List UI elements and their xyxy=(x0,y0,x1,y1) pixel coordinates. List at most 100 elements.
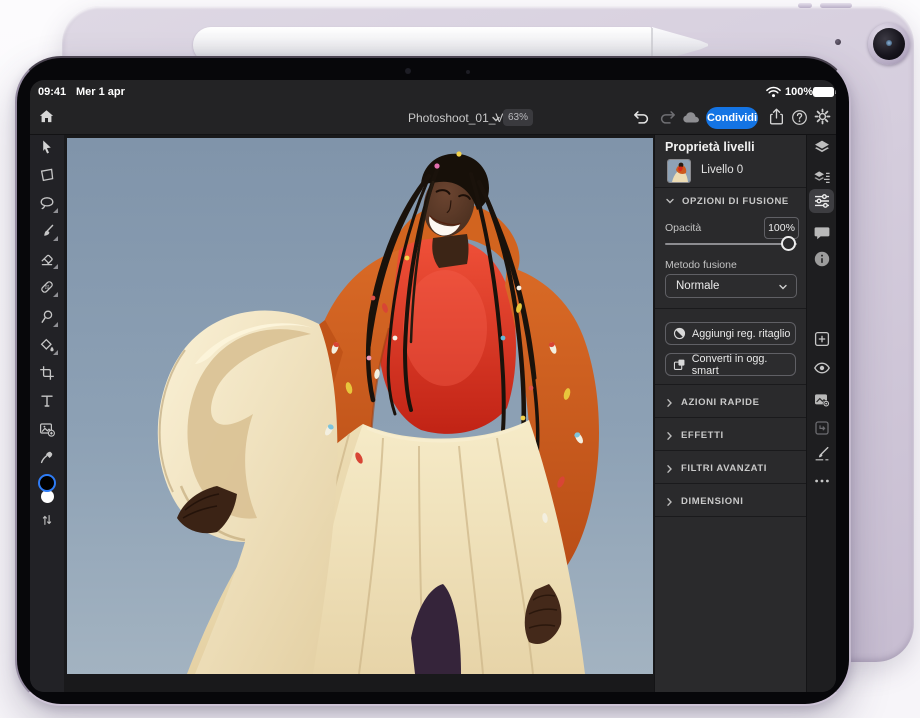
place-photo-tool[interactable] xyxy=(39,421,55,437)
convert-smart-object-button[interactable]: Converti in ogg. smart xyxy=(665,353,796,376)
panel-title: Proprietà livelli xyxy=(665,140,755,154)
place-photo-icon xyxy=(39,421,55,437)
canvas-area[interactable] xyxy=(64,135,654,692)
more-options-icon[interactable] xyxy=(813,472,831,490)
adjustment-layer-icon xyxy=(673,327,686,340)
healing-brush-tool[interactable] xyxy=(39,279,55,295)
battery-percent: 100% xyxy=(785,86,813,98)
chevron-right-icon xyxy=(666,464,673,474)
opacity-slider-track[interactable] xyxy=(665,243,797,245)
lasso-icon xyxy=(39,195,55,211)
cloud-sync-icon[interactable] xyxy=(682,111,701,124)
comments-icon[interactable] xyxy=(813,224,831,242)
brush-icon xyxy=(39,223,55,239)
type-tool[interactable] xyxy=(39,393,55,409)
chevron-right-icon xyxy=(666,431,673,441)
layer-effects-icon[interactable] xyxy=(813,445,831,463)
layer-mask-icon[interactable] xyxy=(813,391,831,409)
section-azioni-rapide[interactable]: AZIONI RAPIDE xyxy=(655,390,807,416)
chevron-down-icon xyxy=(778,283,788,291)
divider xyxy=(655,417,807,418)
section-dimensioni[interactable]: DIMENSIONI xyxy=(655,489,807,515)
layer-visibility-icon[interactable] xyxy=(813,359,831,377)
info-icon[interactable] xyxy=(813,250,831,268)
move-tool[interactable] xyxy=(39,139,55,155)
status-date: Mer 1 apr xyxy=(76,86,125,98)
divider xyxy=(655,384,807,385)
paint-fill-icon xyxy=(39,337,55,353)
eraser-icon xyxy=(39,251,55,267)
foreground-color-swatch[interactable] xyxy=(38,474,56,492)
clip-layer-icon[interactable] xyxy=(813,419,831,437)
smart-object-icon xyxy=(673,358,686,371)
home-icon[interactable] xyxy=(38,108,55,125)
lasso-select-tool[interactable] xyxy=(39,195,55,211)
transform-tool[interactable] xyxy=(39,167,55,183)
button-label: Aggiungi reg. ritaglio xyxy=(692,328,790,340)
section-effetti[interactable]: EFFETTI xyxy=(655,423,807,449)
status-time: 09:41 xyxy=(38,86,66,98)
zoom-level-badge[interactable]: 63% xyxy=(503,109,533,126)
swap-colors-icon[interactable] xyxy=(40,513,54,527)
front-sensor-icon xyxy=(466,70,470,74)
camera-lens-icon xyxy=(873,28,905,60)
crop-icon xyxy=(39,365,55,381)
redo-icon[interactable] xyxy=(658,109,677,125)
properties-icon[interactable] xyxy=(813,192,831,210)
opacity-label: Opacità xyxy=(665,222,701,234)
section-label: DIMENSIONI xyxy=(681,496,743,507)
layers-icon[interactable] xyxy=(813,138,831,156)
front-camera-icon xyxy=(405,68,411,74)
eyedropper-icon xyxy=(39,449,55,465)
divider xyxy=(655,308,807,309)
blend-mode-value: Normale xyxy=(676,280,719,292)
eyedropper-tool[interactable] xyxy=(39,449,55,465)
opacity-value-field[interactable]: 100% xyxy=(764,217,799,239)
tool-sidebar xyxy=(30,135,64,692)
blend-options-header[interactable]: OPZIONI DI FUSIONE xyxy=(682,196,789,207)
chevron-right-icon xyxy=(666,497,673,507)
settings-gear-icon[interactable] xyxy=(814,108,831,125)
export-share-icon[interactable] xyxy=(768,107,785,127)
mic-dot xyxy=(835,39,841,45)
power-button xyxy=(820,3,852,8)
share-button[interactable]: Condividi xyxy=(706,107,758,129)
battery-icon xyxy=(813,87,834,97)
move-icon xyxy=(39,139,55,155)
brush-tool[interactable] xyxy=(39,223,55,239)
add-clipping-adjustment-button[interactable]: Aggiungi reg. ritaglio xyxy=(665,322,796,345)
transform-icon xyxy=(39,167,55,183)
eraser-tool[interactable] xyxy=(39,251,55,267)
help-icon[interactable] xyxy=(791,109,808,126)
blend-mode-select[interactable]: Normale xyxy=(665,274,797,298)
layer-thumbnail-image xyxy=(668,160,690,182)
section-label: FILTRI AVANZATI xyxy=(681,463,767,474)
crop-tool[interactable] xyxy=(39,365,55,381)
undo-icon[interactable] xyxy=(632,109,651,125)
divider xyxy=(655,450,807,451)
layer-detail-icon[interactable] xyxy=(813,169,831,187)
layer-thumbnail[interactable] xyxy=(667,159,691,183)
fill-tool[interactable] xyxy=(39,337,55,353)
divider xyxy=(655,483,807,484)
section-label: EFFETTI xyxy=(681,430,724,441)
section-label: AZIONI RAPIDE xyxy=(681,397,760,408)
clone-stamp-tool[interactable] xyxy=(39,309,55,325)
opacity-slider-knob[interactable] xyxy=(781,236,796,251)
divider xyxy=(655,516,807,517)
button-label: Converti in ogg. smart xyxy=(692,353,795,377)
volume-button xyxy=(798,3,812,8)
clone-stamp-icon xyxy=(39,309,55,325)
type-icon xyxy=(39,393,55,409)
canvas-photo xyxy=(67,138,653,674)
layer-name[interactable]: Livello 0 xyxy=(701,164,743,176)
chevron-down-icon[interactable] xyxy=(665,197,675,205)
divider xyxy=(655,187,807,188)
add-layer-icon[interactable] xyxy=(813,330,831,348)
rear-camera xyxy=(868,23,910,65)
section-filtri-avanzati[interactable]: FILTRI AVANZATI xyxy=(655,456,807,482)
wifi-icon xyxy=(766,86,781,98)
right-taskbar xyxy=(806,135,836,692)
layer-properties-panel: Proprietà livelli Livello 0 OPZIONI DI F… xyxy=(654,135,806,692)
chevron-down-icon[interactable] xyxy=(491,115,501,123)
